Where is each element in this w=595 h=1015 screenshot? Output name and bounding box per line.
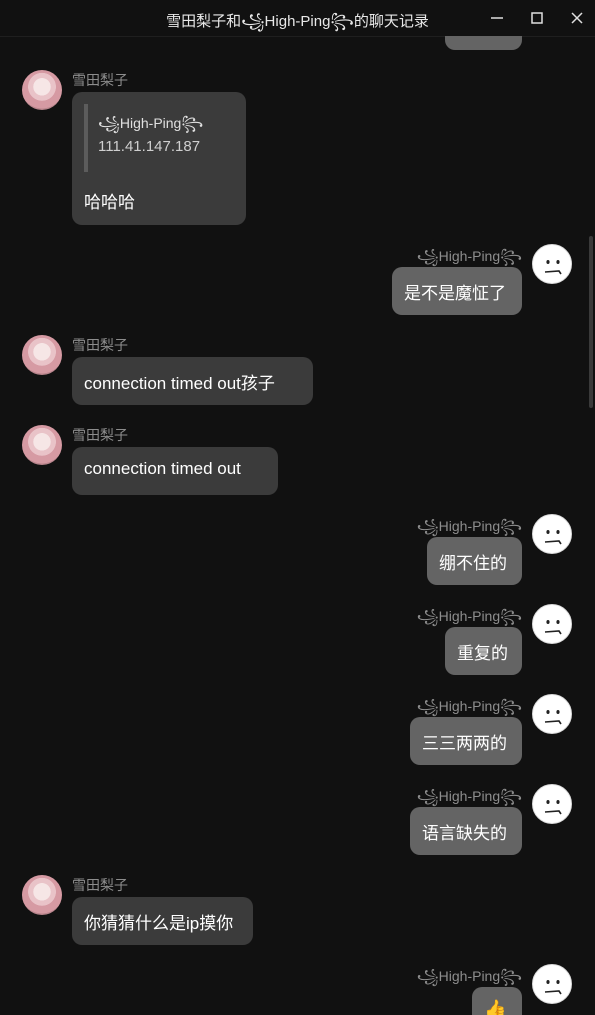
avatar[interactable] bbox=[532, 964, 572, 1004]
message-bubble[interactable]: 是不是魔怔了 bbox=[392, 267, 522, 315]
minimize-button[interactable] bbox=[484, 6, 510, 30]
maximize-icon bbox=[531, 12, 543, 24]
avatar[interactable] bbox=[532, 514, 572, 554]
message-bubble-partial bbox=[445, 36, 522, 50]
avatar[interactable] bbox=[532, 784, 572, 824]
scrollbar-thumb[interactable] bbox=[589, 236, 593, 408]
close-button[interactable] bbox=[564, 6, 590, 30]
avatar[interactable] bbox=[532, 604, 572, 644]
message-bubble[interactable]: 重复的 bbox=[445, 627, 522, 675]
avatar[interactable] bbox=[532, 694, 572, 734]
avatar[interactable] bbox=[22, 875, 62, 915]
meh-face-icon bbox=[544, 980, 562, 995]
quote-sender: ꧁High-Ping꧂ bbox=[98, 115, 204, 131]
meh-face-icon bbox=[544, 260, 562, 275]
chat-history[interactable]: 雪田梨子 ꧁High-Ping꧂ 111.41.147.187 哈哈哈 ꧁Hig… bbox=[0, 36, 595, 1015]
meh-face-icon bbox=[544, 620, 562, 635]
message-bubble[interactable]: connection timed out bbox=[72, 447, 278, 495]
avatar[interactable] bbox=[22, 425, 62, 465]
minimize-icon bbox=[491, 17, 503, 19]
message-bubble[interactable]: 三三两两的 bbox=[410, 717, 522, 765]
meh-face-icon bbox=[544, 800, 562, 815]
meh-face-icon bbox=[544, 710, 562, 725]
sender-name: 雪田梨子 bbox=[72, 877, 128, 893]
meh-face-icon bbox=[544, 530, 562, 545]
close-icon bbox=[571, 12, 583, 24]
sender-name: 雪田梨子 bbox=[72, 337, 128, 353]
message-bubble[interactable]: connection timed out孩子 bbox=[72, 357, 313, 405]
message-bubble[interactable]: 语言缺失的 bbox=[410, 807, 522, 855]
title-bar: 雪田梨子和꧁High-Ping꧂的聊天记录 bbox=[0, 0, 595, 37]
sender-name: 雪田梨子 bbox=[72, 72, 128, 88]
message-bubble[interactable]: 👍 bbox=[472, 987, 522, 1015]
quote-bar bbox=[84, 104, 88, 172]
message-bubble[interactable]: 你猜猜什么是ip摸你 bbox=[72, 897, 253, 945]
maximize-button[interactable] bbox=[524, 6, 550, 30]
message-bubble[interactable]: 绷不住的 bbox=[427, 537, 522, 585]
avatar[interactable] bbox=[22, 70, 62, 110]
message-text: 哈哈哈 bbox=[84, 193, 135, 212]
sender-name: 雪田梨子 bbox=[72, 427, 128, 443]
quote-text: 111.41.147.187 bbox=[98, 138, 201, 155]
avatar[interactable] bbox=[532, 244, 572, 284]
avatar[interactable] bbox=[22, 335, 62, 375]
